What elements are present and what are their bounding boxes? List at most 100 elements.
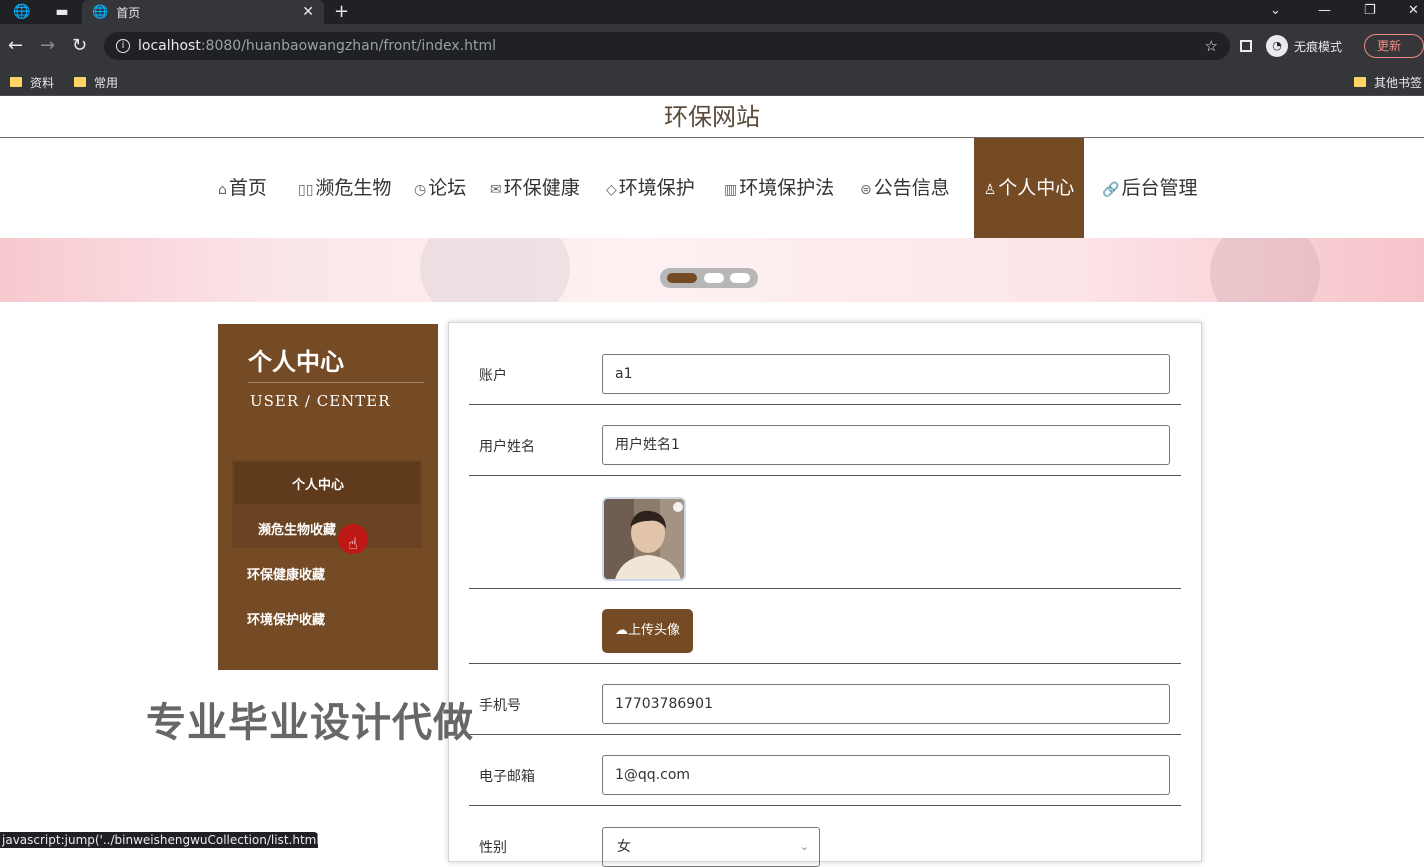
gender-value: 女 (617, 839, 631, 855)
name-input[interactable]: 用户姓名1 (602, 425, 1170, 465)
hand-pointer-icon: ☝ (348, 534, 358, 553)
folder-icon (1354, 77, 1366, 87)
nav-environment-protection[interactable]: ◇ 环境保护 (606, 138, 695, 238)
bookmarks-bar: 资料 常用 其他书签 (0, 68, 1424, 96)
tag-icon: ◇ (606, 182, 617, 198)
new-tab-button[interactable]: + (334, 0, 349, 24)
tab-favicon-icon: 🌐 (92, 4, 109, 20)
sidebar-item-protection-collection[interactable]: 环境保护收藏 (247, 609, 325, 628)
nav-label: 环境保护 (618, 177, 695, 199)
sidebar-item-health-collection[interactable]: 环保健康收藏 (247, 564, 325, 583)
row-divider (469, 475, 1181, 476)
url-path: :8080/huanbaowangzhan/front/index.html (200, 38, 496, 54)
nav-label: 论坛 (428, 177, 467, 199)
url-input[interactable]: i localhost :8080/huanbaowangzhan/front/… (104, 32, 1230, 60)
row-divider (469, 805, 1181, 806)
clock-icon: ◷ (414, 182, 427, 198)
forward-arrow-icon[interactable]: → (40, 34, 55, 58)
tab-close-icon[interactable]: ✕ (302, 4, 314, 20)
building-icon: ▥ (724, 182, 738, 198)
site-title: 环保网站 (0, 96, 1424, 138)
bookmark-label: 资料 (30, 75, 55, 90)
printer-icon: ⊜ (860, 182, 872, 198)
user-icon: ♙ (983, 182, 997, 198)
profile-form-panel: 账户 a1 用户姓名 用户姓名1 ☁上传头像 手机号 17703786901 电… (448, 322, 1202, 867)
upload-avatar-button[interactable]: ☁上传头像 (602, 609, 693, 653)
nav-label: 环境保护法 (739, 177, 835, 199)
url-host: localhost (138, 38, 201, 54)
nav-home[interactable]: ⌂ 首页 (218, 138, 267, 238)
nav-eco-health[interactable]: ✉ 环保健康 (490, 138, 580, 238)
minimize-icon[interactable]: — (1318, 0, 1331, 24)
tab-list-chevron-icon[interactable]: ⌄ (1270, 0, 1281, 24)
row-divider (469, 404, 1181, 405)
nav-endangered-species[interactable]: ▯▯ 濒危生物 (298, 138, 391, 238)
site-info-icon[interactable]: i (116, 39, 130, 53)
banner-decoration (420, 238, 570, 302)
incognito-indicator[interactable]: ◔ 无痕模式 (1240, 34, 1342, 58)
mail-icon: ✉ (490, 182, 502, 198)
restore-icon[interactable]: ❐ (1364, 0, 1376, 24)
browser-tab-active[interactable]: 🌐 首页 ✕ (82, 0, 324, 24)
email-input[interactable]: 1@qq.com (602, 755, 1170, 795)
folder-icon (10, 77, 22, 87)
gender-select[interactable]: 女 ⌄ (602, 827, 820, 867)
main-nav: ⌂ 首页 ▯▯ 濒危生物 ◷ 论坛 ✉ 环保健康 ◇ 环境保护 ▥ 环境保护法 ⊜ 公告信息 … (0, 138, 1424, 238)
sidebar-item-personal-center[interactable]: 个人中心 (292, 474, 344, 493)
tab-title: 首页 (116, 5, 141, 20)
row-divider (469, 734, 1181, 735)
sidebar-subtitle: USER / CENTER (250, 392, 391, 410)
email-label: 电子邮箱 (479, 769, 535, 785)
incognito-label: 无痕模式 (1294, 39, 1343, 54)
watermark-text: 专业毕业设计代做 (146, 700, 474, 746)
sidebar-divider (248, 382, 424, 383)
avatar (602, 497, 686, 581)
bookmark-folder-ziliao[interactable]: 资料 (10, 72, 54, 92)
sidebar-item-species-collection[interactable]: 濒危生物收藏 (258, 519, 336, 538)
nav-forum[interactable]: ◷ 论坛 (414, 138, 466, 238)
mouse-cursor: ☝ (338, 524, 368, 554)
bookmark-folder-changyong[interactable]: 常用 (74, 72, 118, 92)
nav-admin[interactable]: 🔗 后台管理 (1102, 138, 1197, 238)
avatar-photo (604, 499, 684, 579)
folder-icon (74, 77, 86, 87)
nav-environment-law[interactable]: ▥ 环境保护法 (724, 138, 834, 238)
bookmark-label: 其他书签 (1374, 75, 1423, 90)
nav-label: 个人中心 (998, 177, 1075, 199)
sidebar-title: 个人中心 (248, 348, 344, 376)
columns-icon: ▯▯ (298, 182, 314, 198)
tab-search-icon[interactable]: ▬ (50, 0, 74, 24)
name-label: 用户姓名 (479, 439, 535, 455)
upload-label: 上传头像 (627, 623, 680, 638)
carousel-dot-1[interactable] (667, 273, 697, 283)
home-icon: ⌂ (218, 182, 227, 198)
nav-label: 濒危生物 (315, 177, 392, 199)
account-label: 账户 (479, 368, 507, 384)
carousel-dot-3[interactable] (730, 273, 750, 283)
gender-label: 性别 (479, 840, 507, 856)
nav-label: 首页 (228, 177, 267, 199)
browser-globe-icon[interactable]: 🌐 (10, 0, 34, 24)
nav-label: 公告信息 (873, 177, 950, 199)
reload-icon[interactable]: ↻ (72, 34, 87, 58)
bookmark-folder-other[interactable]: 其他书签 (1354, 72, 1422, 92)
link-icon: 🔗 (1102, 182, 1120, 198)
bookmark-label: 常用 (94, 75, 119, 90)
banner-decoration (1210, 238, 1320, 302)
nav-announcements[interactable]: ⊜ 公告信息 (860, 138, 950, 238)
chevron-down-icon: ⌄ (799, 840, 809, 853)
nav-personal-center[interactable]: ♙ 个人中心 (974, 138, 1084, 238)
user-sidebar: 个人中心 USER / CENTER 个人中心 濒危生物收藏 环保健康收藏 环境… (218, 324, 438, 670)
bookmark-star-icon[interactable]: ☆ (1205, 37, 1218, 55)
account-input[interactable]: a1 (602, 354, 1170, 394)
nav-label: 环保健康 (503, 177, 580, 199)
status-bar-url: javascript:jump('../binweishengwuCollect… (0, 832, 318, 848)
phone-input[interactable]: 17703786901 (602, 684, 1170, 724)
close-window-icon[interactable]: ✕ (1408, 0, 1419, 24)
carousel-dot-2[interactable] (704, 273, 724, 283)
side-panel-icon[interactable] (1240, 40, 1252, 52)
back-arrow-icon[interactable]: ← (8, 34, 23, 58)
nav-label: 后台管理 (1121, 177, 1198, 199)
update-button[interactable]: 更新 (1364, 34, 1424, 58)
row-divider (469, 663, 1181, 664)
